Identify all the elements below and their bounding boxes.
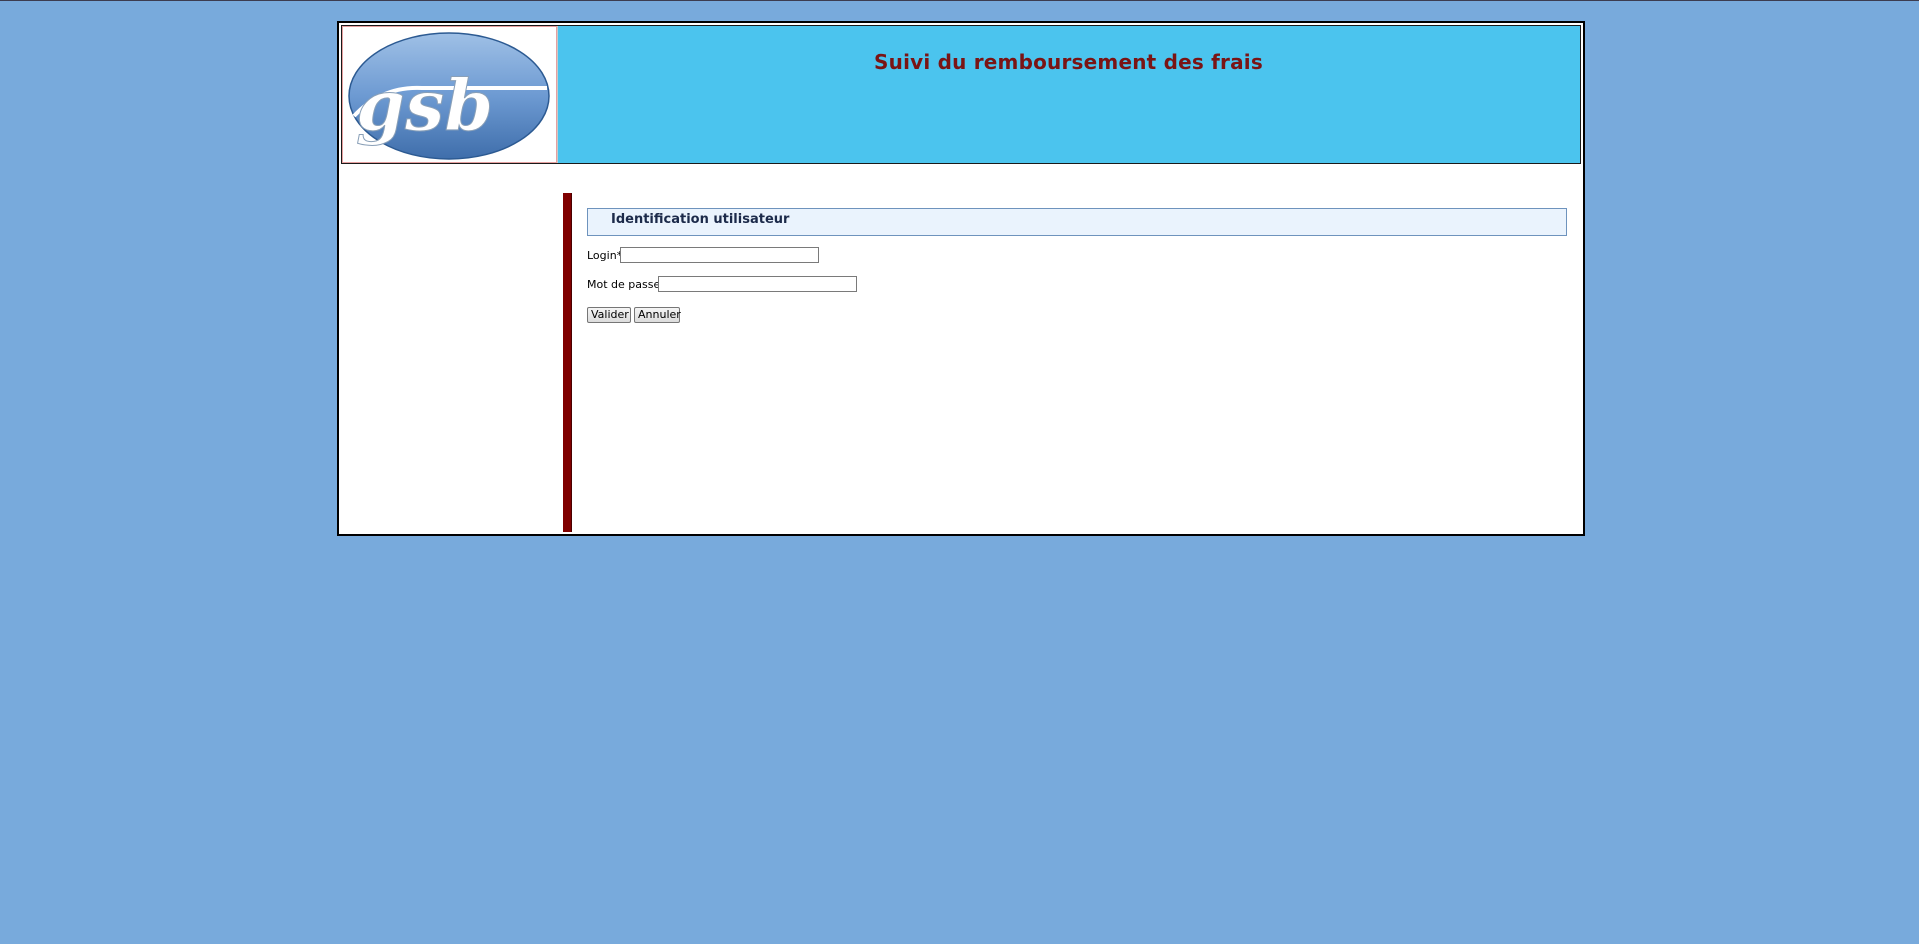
login-label: Login* xyxy=(587,249,623,262)
page-title: Suivi du remboursement des frais xyxy=(874,50,1263,74)
submit-button[interactable]: Valider xyxy=(587,307,631,323)
page-container: gsb Suivi du remboursement des frais Ide… xyxy=(337,21,1585,536)
page-header: gsb Suivi du remboursement des frais xyxy=(341,25,1581,164)
logo-text: gsb xyxy=(356,64,493,147)
login-input[interactable] xyxy=(620,247,819,263)
gsb-logo-icon: gsb xyxy=(348,32,550,160)
form-title-box: Identification utilisateur xyxy=(587,208,1567,236)
password-label: Mot de passe* xyxy=(587,278,666,291)
sidebar xyxy=(341,183,563,523)
form-title: Identification utilisateur xyxy=(611,212,790,227)
cancel-button[interactable]: Annuler xyxy=(634,307,681,323)
password-input[interactable] xyxy=(658,276,857,292)
window-top-border xyxy=(0,0,1919,1)
gsb-logo: gsb xyxy=(342,26,558,163)
vertical-divider xyxy=(563,193,572,532)
